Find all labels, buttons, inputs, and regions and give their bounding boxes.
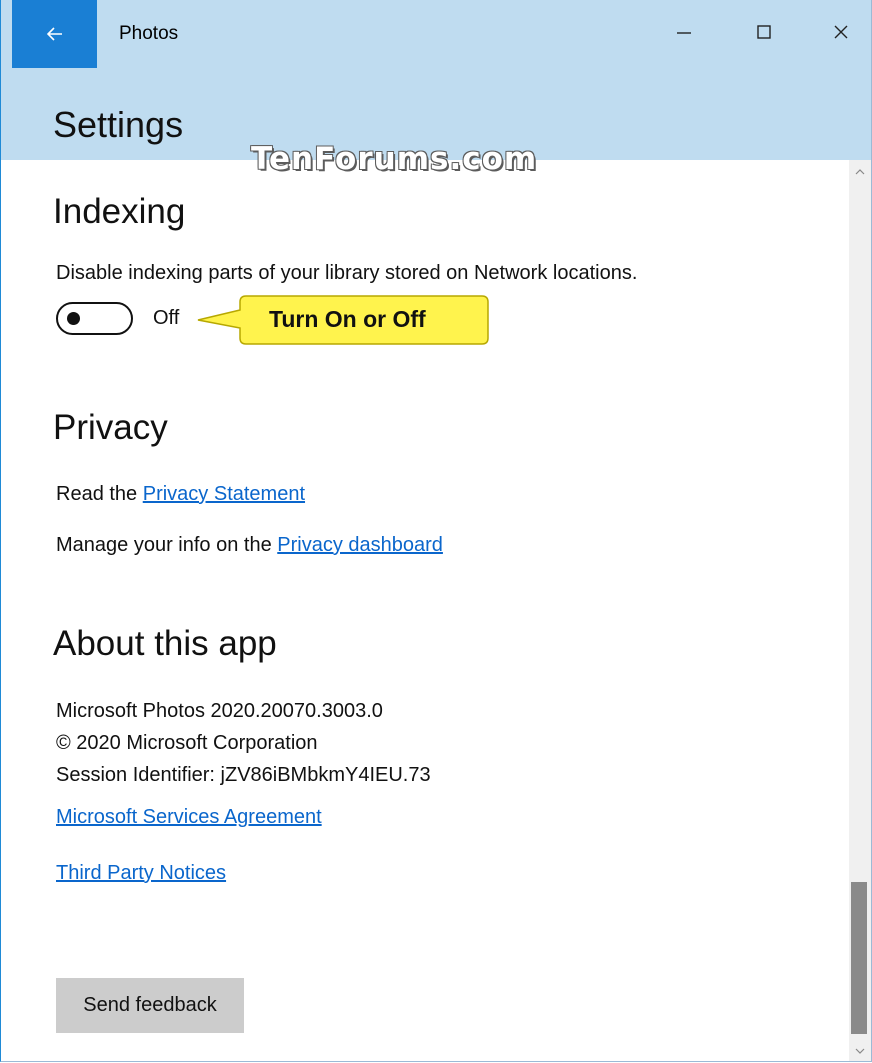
page-title: Settings (53, 104, 184, 145)
title-bar: Photos (1, 0, 871, 68)
vertical-scrollbar[interactable] (849, 160, 871, 1061)
back-arrow-icon (46, 27, 63, 41)
scroll-thumb[interactable] (851, 882, 867, 1034)
about-heading: About this app (53, 624, 277, 663)
privacy-statement-prefix: Read the (56, 483, 143, 505)
session-identifier: Session Identifier: jZV86iBMbkmY4IEU.73 (56, 764, 431, 786)
send-feedback-button[interactable]: Send feedback (56, 978, 244, 1033)
third-party-notices-line: Third Party Notices (56, 862, 226, 885)
privacy-statement-line: Read the Privacy Statement (56, 483, 305, 506)
callout-text: Turn On or Off (269, 306, 426, 332)
third-party-notices-link[interactable]: Third Party Notices (56, 862, 226, 884)
maximize-icon (756, 24, 772, 45)
minimize-icon (676, 24, 692, 45)
watermark-logo: TenForums.com (251, 141, 538, 177)
indexing-heading: Indexing (53, 192, 186, 231)
photos-window: Photos Settings TenForums.com Indexing D… (0, 0, 872, 1062)
scroll-up-button[interactable] (849, 160, 871, 182)
services-agreement-link[interactable]: Microsoft Services Agreement (56, 806, 322, 828)
services-agreement-line: Microsoft Services Agreement (56, 806, 322, 829)
minimize-button[interactable] (644, 0, 724, 68)
privacy-statement-link[interactable]: Privacy Statement (143, 483, 305, 505)
app-copyright: © 2020 Microsoft Corporation (56, 732, 318, 754)
toggle-state-label: Off (153, 307, 180, 329)
indexing-description: Disable indexing parts of your library s… (56, 262, 638, 284)
privacy-heading: Privacy (53, 408, 168, 447)
scroll-down-button[interactable] (849, 1039, 871, 1061)
maximize-button[interactable] (724, 0, 804, 68)
toggle-knob (67, 312, 80, 325)
close-icon (833, 24, 849, 45)
indexing-toggle[interactable] (56, 302, 133, 335)
app-version: Microsoft Photos 2020.20070.3003.0 (56, 700, 383, 722)
close-button[interactable] (801, 0, 871, 68)
privacy-dashboard-prefix: Manage your info on the (56, 534, 278, 556)
chevron-down-icon (855, 1041, 865, 1059)
privacy-dashboard-line: Manage your info on the Privacy dashboar… (56, 534, 443, 557)
chevron-up-icon (855, 162, 865, 180)
back-button[interactable] (12, 0, 97, 68)
privacy-dashboard-link[interactable]: Privacy dashboard (277, 534, 443, 556)
app-title: Photos (119, 23, 179, 44)
